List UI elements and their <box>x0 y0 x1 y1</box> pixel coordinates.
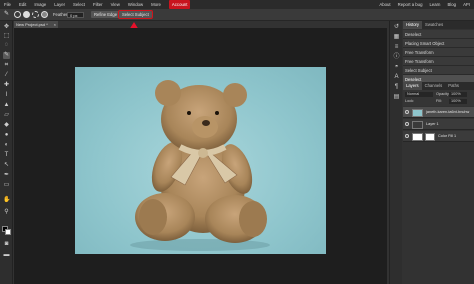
quick-select-tool-icon[interactable]: ✎ <box>3 11 10 18</box>
menu-select[interactable]: Select <box>73 0 85 9</box>
layer-thumbnail <box>412 120 423 129</box>
history-tabbar: History Swatches <box>403 21 474 29</box>
menu-about[interactable]: About <box>379 0 390 9</box>
layer-row[interactable]: janeth-karen-ta6nt-bnuhw <box>403 107 474 118</box>
eyedropper-tool-icon[interactable]: ⁄ <box>3 72 10 79</box>
feather-input[interactable]: 0 px <box>67 11 84 18</box>
menu-window[interactable]: Window <box>128 0 143 9</box>
eraser-tool-icon[interactable]: ▱ <box>3 112 10 119</box>
menu-api[interactable]: API <box>463 0 470 9</box>
visibility-eye-icon[interactable] <box>405 110 409 114</box>
crop-tool-icon[interactable]: ⌗ <box>3 62 10 69</box>
menu-right-links: About Report a bug Learn Blog API <box>375 0 470 9</box>
menu-learn[interactable]: Learn <box>429 0 440 9</box>
history-item[interactable]: Select Subject <box>403 66 474 75</box>
sponge-tool-icon[interactable]: ◐ <box>3 142 10 149</box>
type-tool-icon[interactable]: T <box>3 152 10 159</box>
close-tab-icon[interactable]: × <box>54 21 56 28</box>
fill-tool-icon[interactable]: ◆ <box>3 122 10 129</box>
background-color-swatch[interactable] <box>5 229 11 235</box>
layer-row[interactable]: Layer 1 <box>403 119 474 130</box>
brush-panel-icon[interactable]: ◓ <box>393 64 400 71</box>
tab-history[interactable]: History <box>403 21 423 29</box>
menu-filter[interactable]: Filter <box>93 0 103 9</box>
opacity-input[interactable]: 100% <box>449 92 467 97</box>
menu-more[interactable]: More <box>151 0 161 9</box>
blend-mode-select[interactable]: Normal <box>405 92 433 97</box>
intersect-selection-icon[interactable] <box>41 11 48 18</box>
select-subject-button[interactable]: Select Subject <box>118 10 153 19</box>
menu-report-bug[interactable]: Report a bug <box>398 0 423 9</box>
teddy-bear-image <box>130 80 270 251</box>
menu-account[interactable]: Account <box>168 0 191 9</box>
shape-tool-icon[interactable]: ▭ <box>3 182 10 189</box>
move-tool-icon[interactable]: ✥ <box>3 24 10 31</box>
options-bar: ✎ Feather: 0 px Refine Edge Select Subje… <box>0 9 474 21</box>
document-tab-title: New Project.psd * <box>16 22 48 27</box>
tab-channels[interactable]: Channels <box>422 82 446 90</box>
history-item[interactable]: Free Transform <box>403 57 474 66</box>
marquee-tool-icon[interactable]: ⬚ <box>3 33 10 40</box>
new-selection-icon[interactable] <box>14 11 21 18</box>
menu-file[interactable]: File <box>4 0 11 9</box>
swatches-panel-icon[interactable]: ▦ <box>393 34 400 41</box>
tab-swatches[interactable]: Swatches <box>422 21 446 29</box>
refine-edge-button[interactable]: Refine Edge <box>91 11 121 18</box>
menu-edit[interactable]: Edit <box>19 0 26 9</box>
paragraph-panel-icon[interactable]: ¶ <box>393 84 400 91</box>
teddy-bear-photo[interactable] <box>75 67 326 254</box>
info-panel-icon[interactable]: ⓘ <box>393 54 400 61</box>
lock-label: Lock: <box>405 99 415 103</box>
visibility-eye-icon[interactable] <box>405 134 409 138</box>
hand-tool-icon[interactable]: ✋ <box>3 197 10 204</box>
history-panel-icon[interactable]: ↺ <box>393 24 400 31</box>
add-selection-icon[interactable] <box>23 11 30 18</box>
menu-layer[interactable]: Layer <box>54 0 65 9</box>
right-panels: History Swatches Deselect Placing Smart … <box>403 21 474 284</box>
left-toolbar: ✥ ⬚ ◌ ✎ ⌗ ⁄ ✚ ǀ ▲ ▱ ◆ ● ◐ T ↖ ✒ ▭ ✋ ⚲ ◙ … <box>0 21 13 284</box>
visibility-eye-icon[interactable] <box>405 122 409 126</box>
menu-bar: File Edit Image Layer Select Filter View… <box>0 0 474 9</box>
lasso-tool-icon[interactable]: ◌ <box>3 42 10 49</box>
history-item[interactable]: Placing Smart Object <box>403 39 474 48</box>
pen-tool-icon[interactable]: ✒ <box>3 172 10 179</box>
zoom-tool-icon[interactable]: ⚲ <box>3 209 10 216</box>
layer-row[interactable]: Color Fill 1 <box>403 131 474 142</box>
layer-thumbnail <box>412 132 423 141</box>
history-item[interactable]: Deselect <box>403 30 474 39</box>
menu-view[interactable]: View <box>111 0 120 9</box>
history-item[interactable]: Free Transform <box>403 48 474 57</box>
layers-tabbar: Layers Channels Paths <box>403 82 474 90</box>
screen-mode-icon[interactable]: ▬ <box>3 252 10 259</box>
layer-name: Color Fill 1 <box>438 134 457 138</box>
menu-blog[interactable]: Blog <box>447 0 456 9</box>
brush-tool-icon[interactable]: ǀ <box>3 92 10 99</box>
menu-image[interactable]: Image <box>34 0 46 9</box>
quick-mask-icon[interactable]: ◙ <box>3 241 10 248</box>
layers-options: Normal Opacity: 100% Lock: Fill: 100% <box>403 90 474 106</box>
properties-panel-icon[interactable]: ≡ <box>393 44 400 51</box>
character-panel-icon[interactable]: A <box>393 74 400 81</box>
quick-select-tool-icon[interactable]: ✎ <box>3 52 10 59</box>
document-tab[interactable]: New Project.psd * × <box>14 21 58 28</box>
right-panel-toggles: ↺ ▦ ≡ ⓘ ◓ A ¶ ▤ <box>389 21 402 284</box>
layer-thumbnail <box>412 108 423 117</box>
layer-name: janeth-karen-ta6nt-bnuhw <box>426 110 470 114</box>
clone-stamp-icon[interactable]: ▲ <box>3 102 10 109</box>
path-select-icon[interactable]: ↖ <box>3 162 10 169</box>
tab-paths[interactable]: Paths <box>445 82 462 90</box>
css-panel-icon[interactable]: ▤ <box>393 94 400 101</box>
layer-name: Layer 1 <box>426 122 439 126</box>
layer-mask-thumbnail <box>425 132 435 141</box>
subtract-selection-icon[interactable] <box>32 11 39 18</box>
healing-tool-icon[interactable]: ✚ <box>3 82 10 89</box>
tab-layers[interactable]: Layers <box>403 82 422 90</box>
blur-tool-icon[interactable]: ● <box>3 132 10 139</box>
fill-label: Fill: <box>436 99 442 103</box>
opacity-label: Opacity: <box>436 92 450 96</box>
fill-input[interactable]: 100% <box>449 99 467 104</box>
